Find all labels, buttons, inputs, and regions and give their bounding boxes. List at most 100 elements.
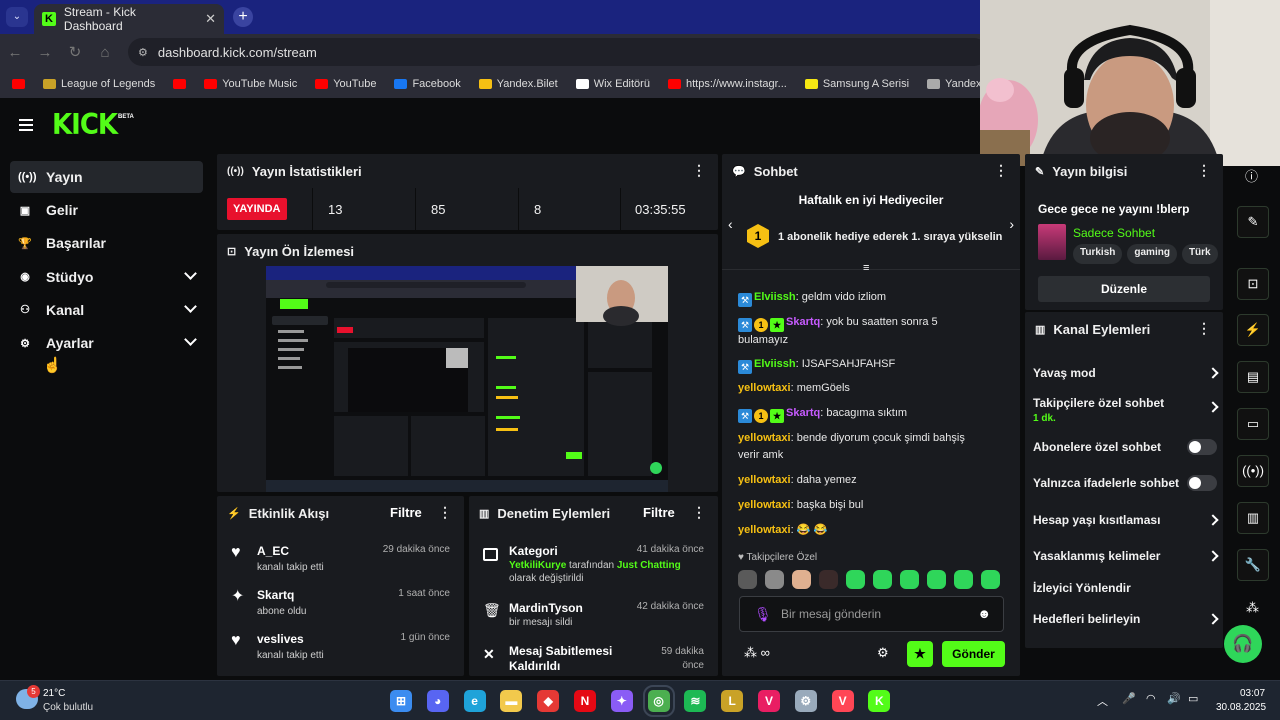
volume-icon[interactable]: 🔊	[1167, 692, 1181, 705]
edit-info-rail-button[interactable]: ✎	[1237, 206, 1269, 238]
activity-row[interactable]: ✦ Skartq abone oldu 1 saat önce	[217, 584, 464, 628]
tab-list-chevron-icon[interactable]: ⌄	[6, 7, 28, 27]
reload-icon[interactable]: ↻	[60, 43, 90, 61]
activity-more-icon[interactable]: ⋮	[438, 505, 452, 519]
bookmark-item[interactable]: Wix Editörü	[575, 78, 650, 90]
edit-stream-info-button[interactable]: Düzenle	[1038, 276, 1210, 302]
sidebar-item-0[interactable]: ((•)) Yayın	[10, 161, 203, 193]
channel-action-row[interactable]: Hedefleri belirleyin	[1033, 612, 1219, 626]
document-rail-button[interactable]: ▤	[1237, 361, 1269, 393]
chat-message[interactable]: yellowtaxi: bende diyorum çocuk şimdi ba…	[738, 430, 986, 464]
edge-icon[interactable]: e	[463, 690, 486, 712]
emote-icon[interactable]	[873, 570, 892, 589]
bookmark-item[interactable]: YouTube	[315, 78, 376, 90]
chevron-down-icon[interactable]	[184, 299, 197, 313]
battery-icon[interactable]: ▭	[1188, 692, 1198, 705]
emote-icon[interactable]	[954, 570, 973, 589]
forward-icon[interactable]: →	[30, 44, 60, 61]
moderation-row[interactable]: Kategori 41 dakika önce YetkiliKurye tar…	[469, 540, 718, 584]
activity-row[interactable]: ♥ veslives kanalı takip etti 1 gün önce	[217, 628, 464, 672]
channel-action-row[interactable]: Hesap yaşı kısıtlaması	[1033, 513, 1219, 527]
chat-message[interactable]: yellowtaxi: memGöels	[738, 380, 986, 397]
channel-action-row[interactable]: Yasaklanmış kelimeler	[1033, 549, 1219, 563]
chat-username[interactable]: yellowtaxi	[738, 382, 791, 394]
windows-start-icon[interactable]: ⊞	[390, 690, 412, 712]
chat-more-icon[interactable]: ⋮	[994, 163, 1008, 177]
moderation-row[interactable]: 🗑 MardinTyson 42 dakika önce bir mesajı …	[469, 597, 718, 641]
file-explorer-icon[interactable]: ▬	[500, 690, 523, 712]
emote-icon[interactable]	[738, 570, 757, 589]
valorant-icon[interactable]: V	[831, 690, 854, 712]
discord-icon[interactable]: ◕	[426, 690, 449, 712]
close-tab-icon[interactable]: ✕	[205, 11, 216, 27]
collapse-gifters-icon[interactable]: ≡	[863, 262, 869, 274]
chat-username[interactable]: yellowtaxi	[738, 524, 791, 536]
bookmark-item[interactable]: https://www.instagr...	[667, 78, 787, 90]
kick-logo[interactable]: KICK	[52, 109, 118, 142]
wifi-icon[interactable]: ◠	[1146, 692, 1156, 705]
chat-username[interactable]: yellowtaxi	[738, 432, 791, 444]
chevron-right-icon[interactable]	[1207, 367, 1219, 379]
chevron-right-icon[interactable]	[1207, 613, 1219, 625]
activity-filter-button[interactable]: Filtre	[390, 505, 422, 520]
emote-icon[interactable]	[819, 570, 838, 589]
chrome-icon[interactable]: ◎	[642, 685, 675, 717]
moderation-row[interactable]: ✕ Mesaj Sabitlemesi Kaldırıldı 59 dakika…	[469, 641, 718, 685]
camera-rail-button[interactable]: ⊡	[1237, 268, 1269, 300]
clock-time[interactable]: 03:07	[1240, 688, 1265, 699]
back-icon[interactable]: ←	[0, 44, 30, 61]
url-field[interactable]: ⚙ dashboard.kick.com/stream	[128, 38, 988, 66]
bookmark-item[interactable]	[12, 79, 25, 89]
vtuber-app-icon[interactable]: V	[758, 690, 780, 712]
chat-username[interactable]: Elviissh	[754, 291, 796, 303]
bookmark-item[interactable]: Facebook	[394, 78, 461, 90]
activity-row[interactable]: ♥ A_EC kanalı takip etti 29 dakika önce	[217, 540, 464, 584]
channel-action-row[interactable]: Takipçilere özel sohbet 1 dk.	[1033, 396, 1219, 424]
emote-icon[interactable]	[900, 570, 919, 589]
bookmark-item[interactable]: YouTube Music	[204, 78, 297, 90]
moderation-more-icon[interactable]: ⋮	[692, 505, 706, 519]
bolt-rail-button[interactable]: ⚡	[1237, 314, 1269, 346]
emote-icon[interactable]	[981, 570, 1000, 589]
chat-message[interactable]: ⚒ Elviissh: geldm vido izliom	[738, 289, 986, 307]
chat-username[interactable]: yellowtaxi	[738, 499, 791, 511]
sidebar-item-3[interactable]: ◉ Stüdyo	[10, 261, 203, 293]
send-button[interactable]: Gönder	[942, 641, 1005, 667]
stream-tag[interactable]: Turkish	[1073, 244, 1123, 264]
sidebar-item-2[interactable]: 🏆 Başarılar	[10, 227, 203, 259]
chat-message[interactable]: ⚒ 1 ★ Skartq: bacagıma sıktım	[738, 405, 986, 423]
tray-chevron-icon[interactable]: ︿	[1097, 693, 1108, 709]
bookmark-item[interactable]: Yandex	[927, 78, 980, 90]
points-rail-icon[interactable]: ⁂	[1246, 600, 1259, 616]
channel-action-row[interactable]: İzleyici Yönlendir	[1033, 581, 1219, 595]
chat-username[interactable]: Elviissh	[754, 358, 796, 370]
gifters-prev-icon[interactable]: ‹	[728, 216, 733, 232]
support-headset-icon[interactable]: 🎧	[1224, 625, 1262, 663]
sidebar-item-5[interactable]: ⚙ Ayarlar	[10, 327, 203, 359]
chevron-right-icon[interactable]	[1207, 401, 1219, 413]
info-icon[interactable]: ⓘ	[1245, 166, 1258, 185]
copilot-icon[interactable]: ✦	[610, 690, 633, 712]
clock-date[interactable]: 30.08.2025	[1216, 702, 1266, 713]
chat-settings-icon[interactable]: ⚙	[877, 645, 889, 661]
sidebar-item-1[interactable]: ▣ Gelir	[10, 194, 203, 226]
home-icon[interactable]: ⌂	[90, 44, 120, 61]
gifters-next-icon[interactable]: ›	[1009, 216, 1014, 232]
emoji-icon[interactable]: ☻	[977, 606, 991, 621]
chevron-down-icon[interactable]	[184, 333, 197, 346]
sidebar-item-4[interactable]: ⚇ Kanal	[10, 294, 203, 326]
chat-username[interactable]: yellowtaxi	[738, 474, 791, 486]
chat-message[interactable]: yellowtaxi: 😂 😂	[738, 522, 986, 539]
new-tab-button[interactable]: +	[233, 7, 253, 27]
toggle-switch[interactable]	[1187, 439, 1217, 455]
chat-message[interactable]: ⚒ 1 ★ Skartq: yok bu saatten sonra 5 bulama…	[738, 314, 986, 349]
microphone-icon[interactable]: 🎙	[754, 606, 772, 623]
channel-action-row[interactable]: Yavaş mod	[1033, 366, 1219, 380]
chat-rail-button[interactable]: ▭	[1237, 408, 1269, 440]
kick-emote-button[interactable]: ★	[907, 641, 933, 667]
emote-icon[interactable]	[846, 570, 865, 589]
site-info-icon[interactable]: ⚙	[138, 46, 148, 59]
weather-temp[interactable]: 21°C	[43, 688, 65, 699]
stream-tag[interactable]: Türk	[1181, 244, 1218, 264]
channel-action-row[interactable]: Abonelere özel sohbet	[1033, 439, 1219, 455]
